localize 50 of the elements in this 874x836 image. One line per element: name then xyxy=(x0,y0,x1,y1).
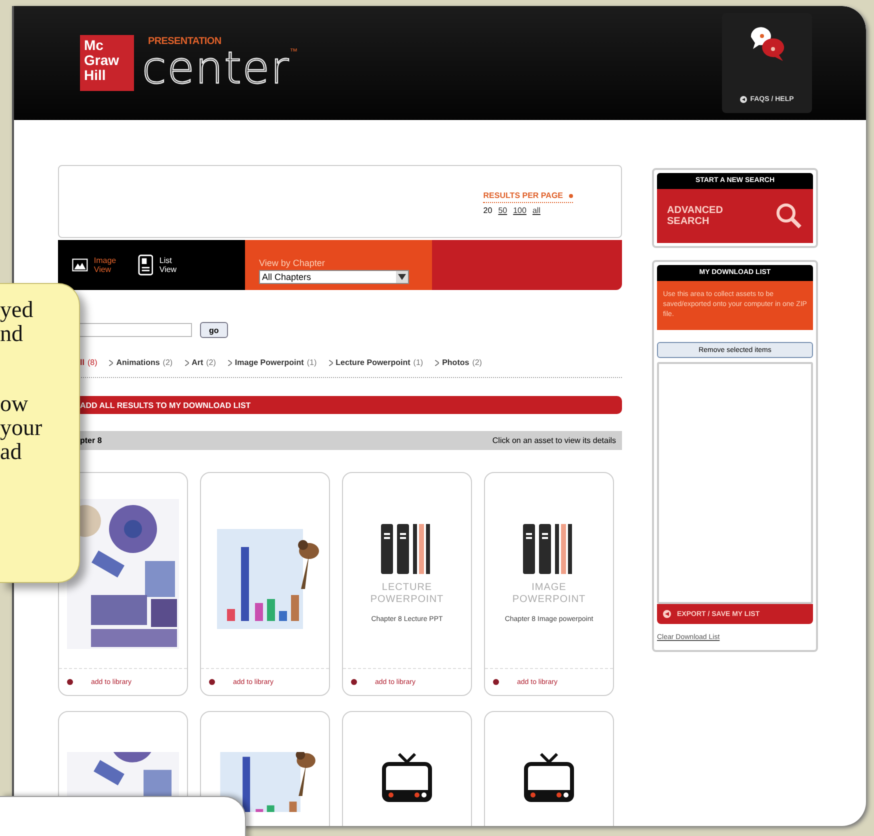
chevron-icon xyxy=(328,360,333,366)
asset-type-label: IMAGE POWERPOINT xyxy=(512,582,586,606)
dropdown-arrow-icon xyxy=(398,274,406,280)
arrow-circle-icon xyxy=(663,610,671,618)
filter-link[interactable]: Lecture Powerpoint (1) xyxy=(328,358,424,367)
view-toggle[interactable]: Image View xyxy=(72,256,124,274)
chevron-icon xyxy=(184,360,189,366)
binders-icon xyxy=(381,524,433,574)
tv-icon xyxy=(381,752,433,802)
chevron-icon xyxy=(435,360,440,366)
callout-text: your xyxy=(0,416,42,440)
bullet-icon xyxy=(351,679,357,685)
asset-type-label: LECTURE POWERPOINT xyxy=(370,582,444,606)
filter-link[interactable]: Animations (2) xyxy=(109,358,173,367)
bullet-icon xyxy=(67,679,73,685)
bullet-icon xyxy=(569,194,573,198)
filter-link[interactable]: ll (8) xyxy=(80,358,98,367)
logo: Mc Graw Hill xyxy=(80,35,134,91)
results-per-page-label: RESULTS PER PAGE xyxy=(483,191,563,200)
page-size-link[interactable]: all xyxy=(532,206,540,215)
brand-subtitle: PRESENTATION xyxy=(148,36,222,46)
view-toggle[interactable]: List View xyxy=(138,254,190,276)
page-size-link[interactable]: 20 xyxy=(483,206,492,215)
chapter-hint: Click on an asset to view its details xyxy=(492,436,616,445)
advanced-search-button[interactable]: ADVANCED SEARCH xyxy=(657,189,813,243)
binders-icon xyxy=(523,524,575,574)
tv-icon xyxy=(523,752,575,802)
image-icon xyxy=(72,256,88,274)
callout-text: nd xyxy=(0,322,23,346)
arrow-circle-icon xyxy=(740,96,748,103)
chevron-icon xyxy=(109,360,114,366)
filter-link[interactable]: Photos (2) xyxy=(435,358,482,367)
chapter-label: View by Chapter xyxy=(259,258,326,268)
chevron-icon xyxy=(228,360,232,366)
brand-title: center xyxy=(142,46,290,90)
search-icon xyxy=(775,202,803,230)
page-size-link[interactable]: 100 xyxy=(513,206,526,215)
filter-link[interactable]: Art (2) xyxy=(184,358,216,367)
callout-text: ow xyxy=(0,392,28,416)
callout-text: ad xyxy=(0,440,22,464)
chapter-dropdown[interactable]: All Chapters xyxy=(259,270,409,284)
filter-link[interactable]: Image Powerpoint (1) xyxy=(228,358,317,367)
chapter-title: pter 8 xyxy=(80,436,102,445)
callout-text: yed xyxy=(0,298,34,322)
trademark: ™ xyxy=(290,46,298,56)
bullet-icon xyxy=(209,679,215,685)
page-size-link[interactable]: 50 xyxy=(498,206,508,215)
go-button[interactable]: go xyxy=(200,322,228,338)
document-icon xyxy=(138,254,154,276)
bullet-icon xyxy=(493,679,499,685)
